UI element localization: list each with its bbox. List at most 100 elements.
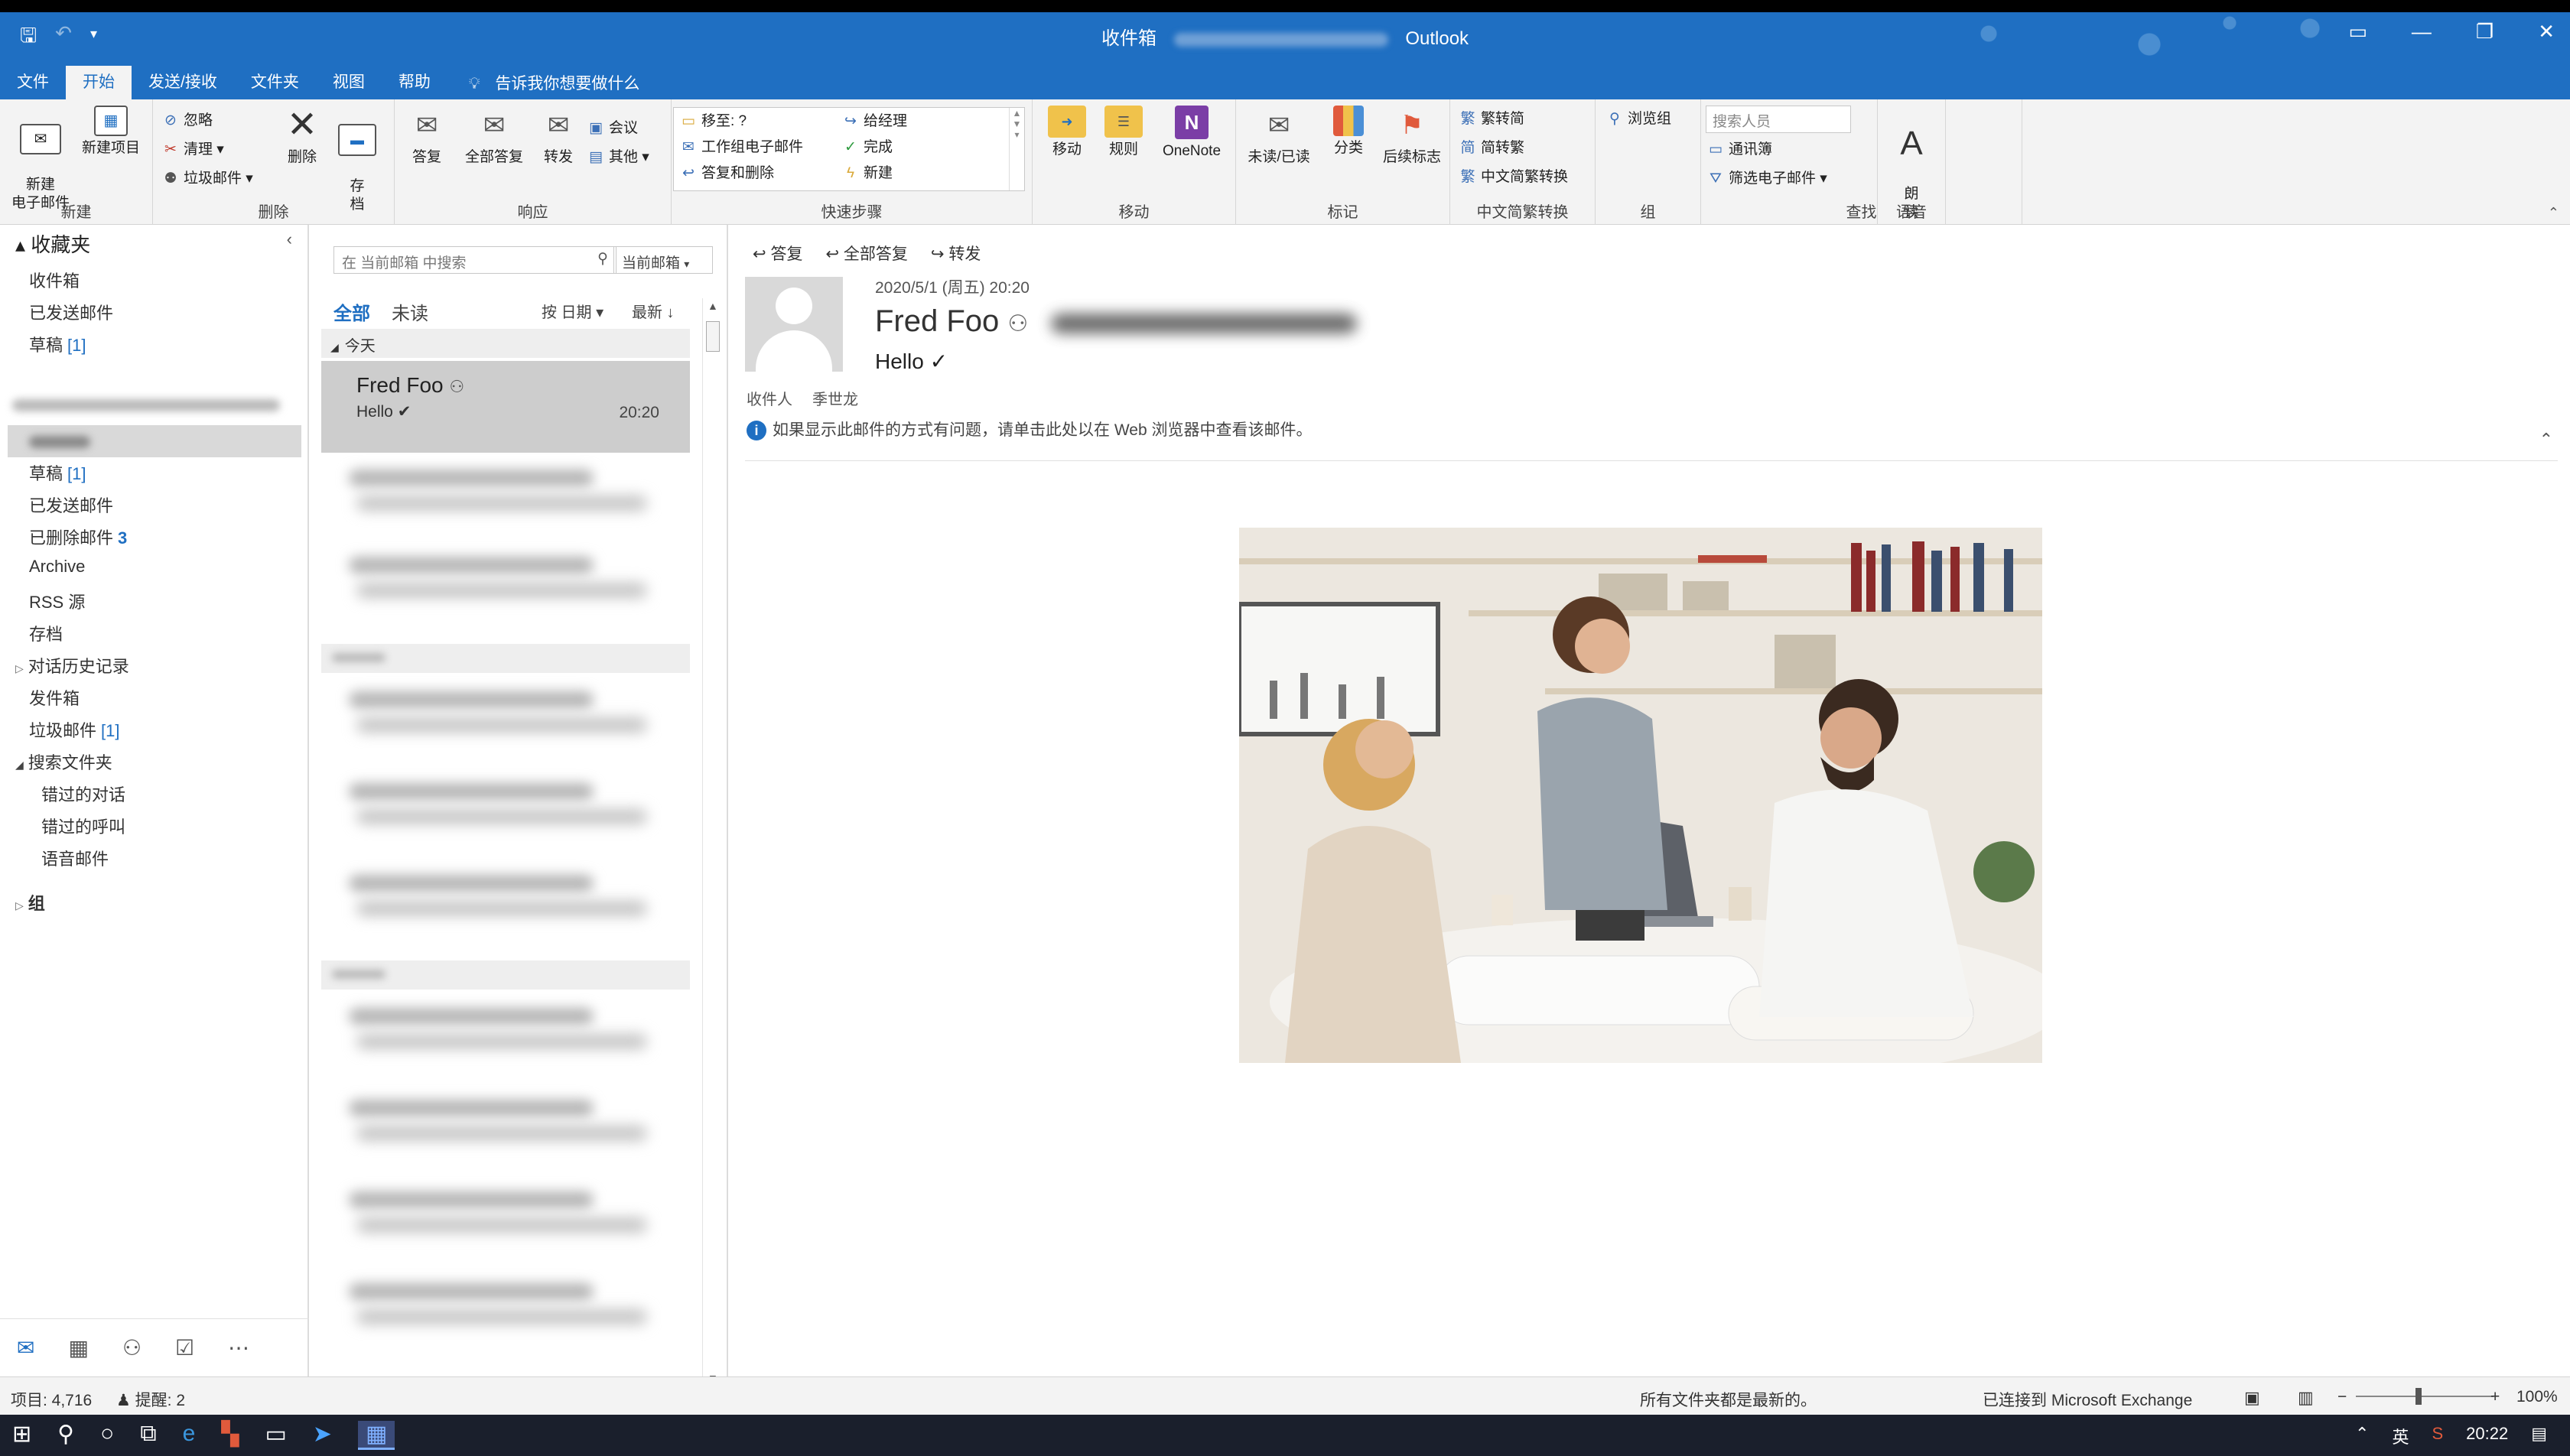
excel-like-icon[interactable]: ▚ [221, 1421, 239, 1450]
cortana-icon[interactable]: ○ [100, 1421, 114, 1450]
tab-folder[interactable]: 文件夹 [234, 66, 316, 99]
list-item-redacted[interactable] [333, 546, 670, 622]
tab-view[interactable]: 视图 [316, 66, 382, 99]
clock[interactable]: 20:22 [2466, 1424, 2508, 1448]
folder-store[interactable]: 存档 [29, 621, 63, 645]
close-icon[interactable]: ✕ [2538, 20, 2555, 44]
list-item-redacted[interactable] [333, 1089, 670, 1165]
reminders[interactable]: ♟ 提醒: 2 [116, 1388, 185, 1411]
archive-button[interactable]: ▬ 存 档 [332, 106, 382, 214]
selected-folder-inbox[interactable] [8, 425, 301, 457]
tab-help[interactable]: 帮助 [382, 66, 447, 99]
folder-conversation-history[interactable]: ▷ 对话历史记录 [15, 653, 129, 678]
search-people-input[interactable]: 搜索人员 [1706, 106, 1851, 133]
undo-icon[interactable]: ↶ [55, 21, 72, 55]
categorize-button[interactable]: 分类 [1322, 106, 1375, 158]
reading-view-icon[interactable]: ▥ [2298, 1388, 2314, 1408]
fav-inbox[interactable]: 收件箱 [29, 268, 80, 292]
folder-archive[interactable]: Archive [29, 557, 85, 577]
list-item-redacted[interactable] [333, 864, 670, 941]
zoom-in-icon[interactable]: + [2490, 1388, 2500, 1406]
list-item-redacted[interactable] [333, 1181, 670, 1257]
mail-icon[interactable]: ✉ [17, 1335, 34, 1360]
zoom-slider[interactable] [2356, 1396, 2494, 1397]
filter-email-button[interactable]: ⛛ 筛选电子邮件 ▾ [1707, 167, 1827, 187]
folder-drafts[interactable]: 草稿 [1] [29, 460, 86, 485]
tasks-icon[interactable]: ☑ [175, 1335, 194, 1360]
quick-steps-scroll[interactable]: ▲ ▼ ▾ [1009, 108, 1024, 190]
outlook-taskbar-icon[interactable]: ▦ [357, 1421, 395, 1450]
zoom-level[interactable]: 100% [2516, 1388, 2558, 1406]
search-input[interactable]: 在 当前邮箱 中搜索 ⚲ [333, 246, 616, 274]
reading-sender[interactable]: Fred Foo ⚇ [875, 304, 1028, 339]
reading-forward-button[interactable]: ↪ 转发 [931, 242, 981, 265]
folder-junk[interactable]: 垃圾邮件 [1] [29, 717, 119, 742]
qs-to-manager[interactable]: ↪ 给经理 [842, 109, 907, 130]
reply-button[interactable]: ✉︎ 答复 [402, 106, 451, 167]
qs-move-to[interactable]: ▭ 移至: ? [680, 109, 747, 130]
groups-header[interactable]: ▷ 组 [15, 890, 45, 915]
more-modules-icon[interactable]: ⋯ [228, 1335, 249, 1360]
qs-team-email[interactable]: ✉ 工作组电子邮件 [680, 135, 803, 156]
task-view-icon[interactable]: ⧉ [140, 1421, 156, 1450]
customize-icon[interactable]: ▾ [90, 21, 97, 55]
tell-me-box[interactable]: 💡︎ 告诉我你想要做什么 [447, 71, 640, 94]
search-voicemail[interactable]: 语音邮件 [41, 846, 109, 870]
search-missed-calls[interactable]: 错过的呼叫 [41, 814, 125, 838]
calendar-icon[interactable]: ▦ [68, 1335, 88, 1360]
sogou-icon[interactable]: S [2432, 1424, 2443, 1448]
notification-icon[interactable]: ▤ [2531, 1424, 2547, 1448]
new-items-button[interactable]: ▦ 新建项目 [76, 106, 145, 158]
edge-icon[interactable]: e [183, 1421, 196, 1450]
to-traditional-button[interactable]: 繁繁转简 [1459, 107, 1524, 128]
sender-avatar[interactable] [745, 277, 843, 372]
ime-indicator[interactable]: 英 [2392, 1424, 2409, 1448]
qs-create-new[interactable]: ϟ 新建 [842, 161, 893, 182]
group-header-redacted[interactable] [321, 644, 690, 673]
to-simplified-button[interactable]: 简简转繁 [1459, 136, 1524, 157]
ignore-button[interactable]: ⊘ 忽略 [162, 109, 213, 129]
reading-reply-all-button[interactable]: ↩ 全部答复 [825, 242, 907, 265]
group-header-today[interactable]: ◢ 今天 [321, 329, 690, 358]
onenote-button[interactable]: N OneNote [1153, 106, 1230, 161]
conversion-button[interactable]: 繁中文简繁转换 [1459, 165, 1568, 186]
unread-read-button[interactable]: ✉︎ 未读/已读 [1241, 106, 1317, 167]
people-icon[interactable]: ⚇ [122, 1335, 142, 1360]
rules-button[interactable]: ☰ 规则 [1098, 106, 1149, 159]
search-missed-conversations[interactable]: 错过的对话 [41, 782, 125, 806]
filter-all-tab[interactable]: 全部 [333, 298, 370, 325]
tab-home[interactable]: 开始 [66, 66, 132, 99]
group-header-redacted[interactable] [321, 960, 690, 990]
ribbon-display-icon[interactable]: ▭ [2348, 20, 2367, 44]
meeting-button[interactable]: ▣ 会议 [587, 116, 638, 137]
list-item-redacted[interactable] [333, 772, 670, 849]
follow-up-button[interactable]: ⚑ 后续标志 [1374, 106, 1450, 167]
to-recipient[interactable]: 季世龙 [812, 387, 858, 409]
move-button[interactable]: ➜ 移动 [1042, 106, 1092, 159]
more-respond-button[interactable]: ▤ 其他 ▾ [587, 145, 649, 166]
new-email-button[interactable]: ✉ 新建 电子邮件 [6, 106, 75, 213]
list-item-redacted[interactable] [333, 681, 670, 757]
restore-icon[interactable]: ❐ [2476, 20, 2494, 44]
collapse-nav-icon[interactable]: ‹ [287, 229, 292, 249]
collapse-ribbon-icon[interactable]: ⌃ [2548, 205, 2559, 221]
list-item-redacted[interactable] [333, 1272, 670, 1349]
zoom-slider-thumb[interactable] [2415, 1388, 2422, 1405]
cleanup-button[interactable]: ✂ 清理 ▾ [162, 138, 224, 158]
folder-sent[interactable]: 已发送邮件 [29, 492, 113, 517]
windows-start-icon[interactable]: ⊞ [12, 1421, 31, 1450]
tab-send-receive[interactable]: 发送/接收 [132, 66, 234, 99]
folder-search-folders[interactable]: ◢ 搜索文件夹 [15, 749, 112, 774]
minimize-icon[interactable]: — [2412, 20, 2432, 44]
scroll-thumb[interactable] [706, 321, 720, 352]
search-icon[interactable]: ⚲ [57, 1421, 74, 1450]
list-item-redacted[interactable] [333, 997, 670, 1074]
scroll-up-icon[interactable]: ▲ [708, 300, 718, 312]
save-icon[interactable]: 🖫 [20, 21, 37, 55]
delete-button[interactable]: ✕ 删除 [277, 106, 327, 167]
fav-sent[interactable]: 已发送邮件 [29, 300, 113, 324]
folder-deleted[interactable]: 已删除邮件 3 [29, 525, 127, 549]
zoom-out-icon[interactable]: − [2337, 1388, 2347, 1406]
computer-icon[interactable]: ▭ [265, 1421, 286, 1450]
collapse-header-icon[interactable]: ⌃ [2539, 430, 2553, 450]
